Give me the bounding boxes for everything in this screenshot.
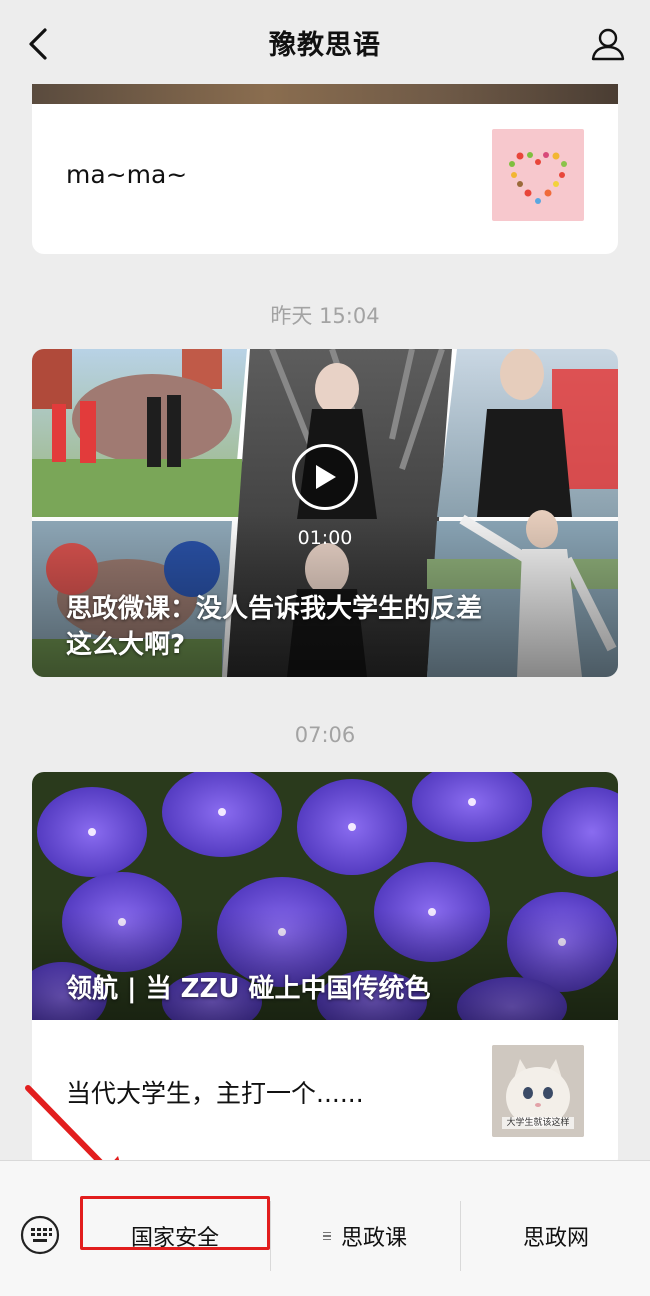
menu-item-ideology-course[interactable]: 思政课 xyxy=(272,1201,458,1271)
article-title: 领航 | 当 ZZU 碰上中国传统色 xyxy=(66,974,431,1004)
annotation-highlight-box xyxy=(80,1196,270,1250)
submenu-icon xyxy=(322,1231,331,1241)
user-profile-icon[interactable] xyxy=(588,24,628,64)
play-button[interactable] xyxy=(292,444,358,510)
page-title: 豫教思语 xyxy=(269,29,381,61)
video-card[interactable]: 01:00 思政微课：没人告诉我大学生的反差 这么大啊? xyxy=(32,349,618,677)
timestamp: 07:06 xyxy=(294,723,356,747)
keyboard-icon[interactable] xyxy=(20,1215,60,1255)
nav-bar: 豫教思语 xyxy=(0,0,650,84)
timestamp: 昨天 15:04 xyxy=(270,304,380,328)
menu-item-label: 思政课 xyxy=(340,1226,407,1251)
menu-item-label: 思政网 xyxy=(522,1226,589,1251)
menu-item-ideology-web[interactable]: 思政网 xyxy=(462,1201,650,1271)
message-card-text[interactable]: ma~ma~ xyxy=(32,84,618,254)
card-title: ma~ma~ xyxy=(66,160,188,189)
video-title-line-2: 这么大啊? xyxy=(66,630,186,660)
video-title: 思政微课：没人告诉我大学生的反差 这么大啊? xyxy=(66,591,586,663)
cat-thumbnail: 大学生就该这样 xyxy=(492,1045,584,1137)
cat-thumbnail-caption: 大学生就该这样 xyxy=(506,1118,570,1128)
video-title-line-1: 思政微课：没人告诉我大学生的反差 xyxy=(66,594,483,624)
previous-image-strip xyxy=(32,84,618,104)
back-icon[interactable] xyxy=(18,24,58,64)
video-duration: 01:00 xyxy=(297,527,353,549)
menu-divider xyxy=(460,1201,461,1271)
heart-thumbnail xyxy=(492,129,584,221)
menu-divider xyxy=(270,1201,271,1271)
